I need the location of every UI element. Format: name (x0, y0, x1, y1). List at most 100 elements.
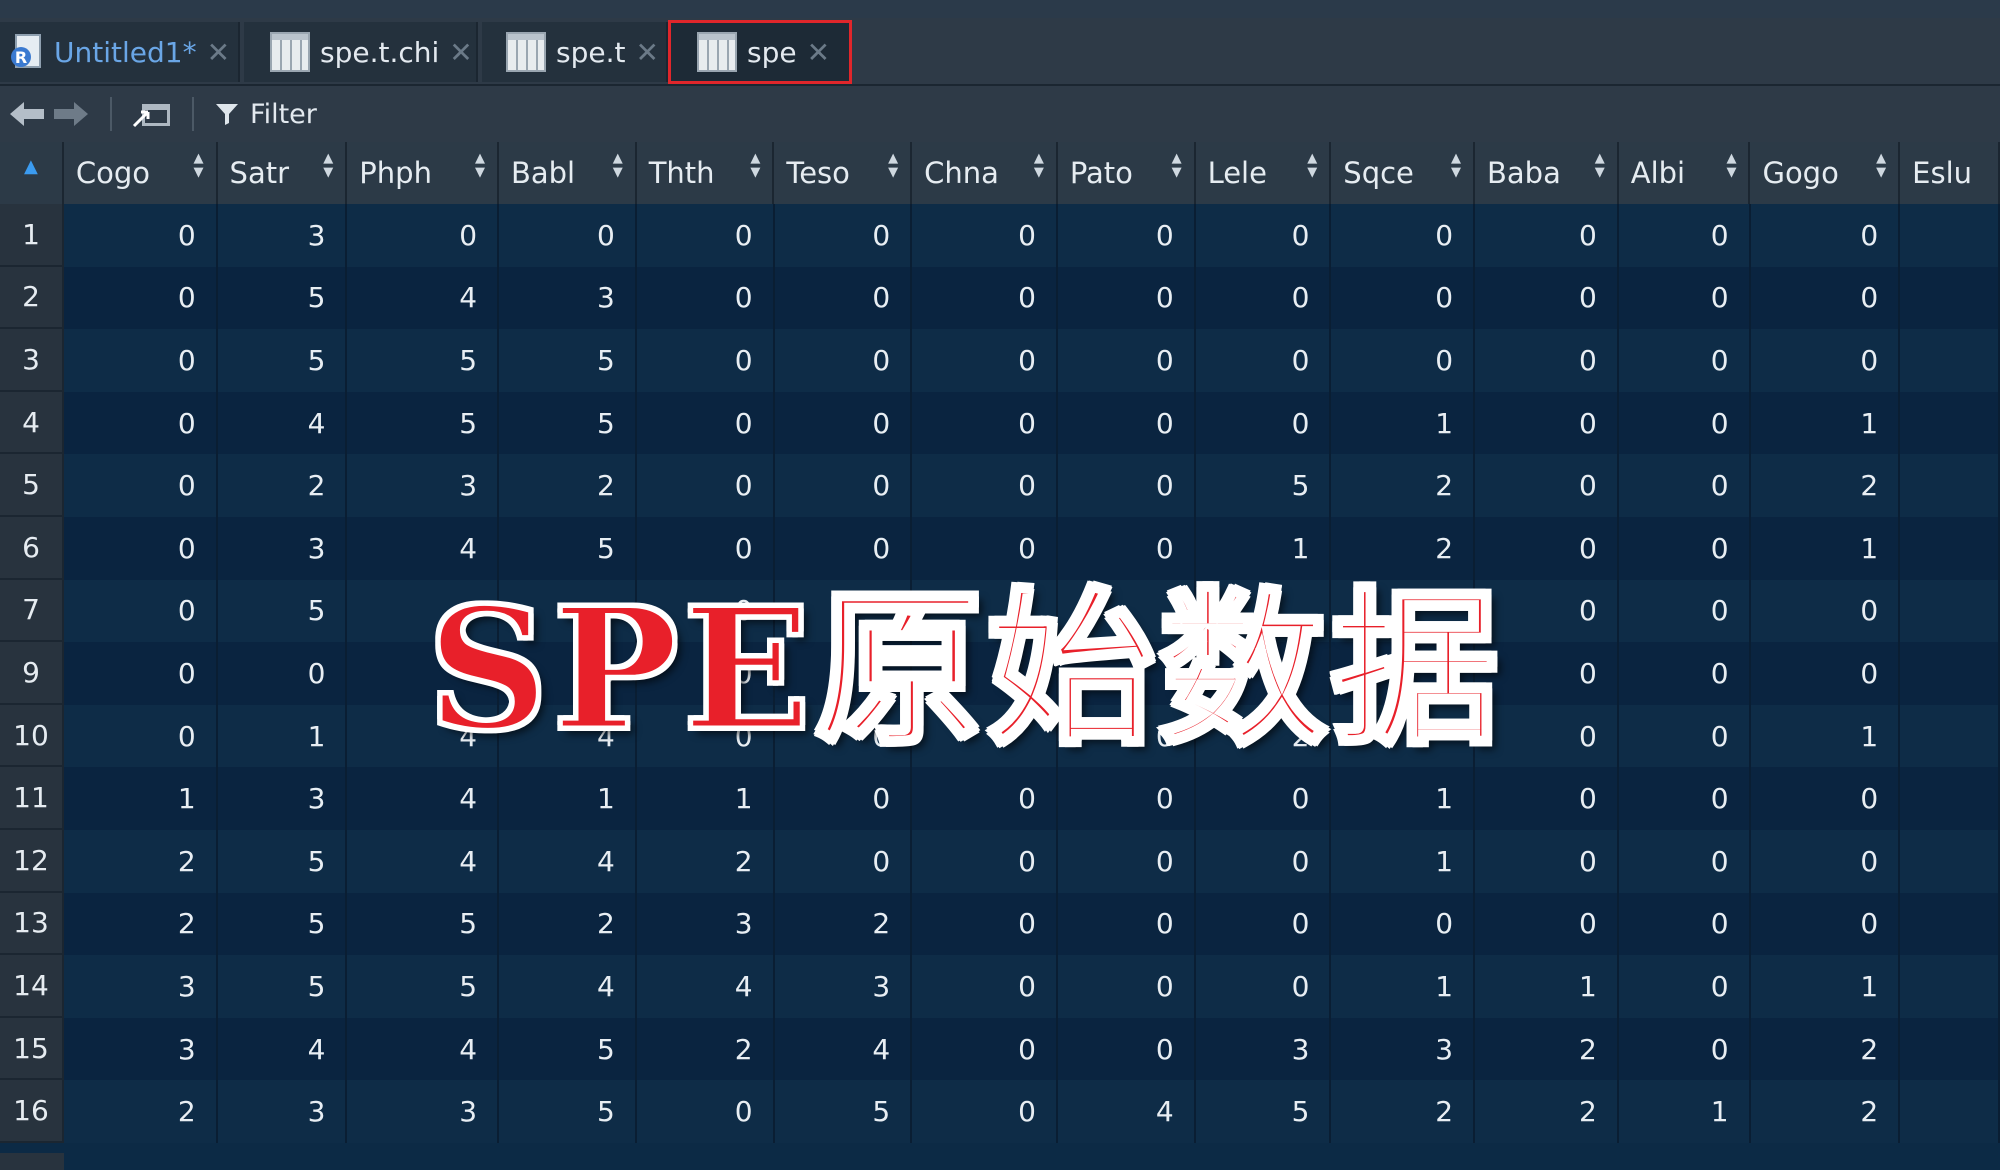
table-cell[interactable]: 5 (499, 1080, 637, 1143)
sort-arrows-icon[interactable]: ▲ ▼ (1307, 152, 1317, 180)
table-cell[interactable]: 2 (1331, 1080, 1476, 1143)
table-cell[interactable]: 0 (912, 204, 1058, 267)
forward-arrow-icon[interactable] (52, 99, 90, 129)
table-cell[interactable]: 0 (1057, 454, 1196, 517)
table-cell[interactable]: 5 (1195, 1080, 1332, 1143)
table-cell[interactable]: 0 (1195, 767, 1332, 830)
sort-arrows-icon[interactable]: ▲ ▼ (613, 152, 623, 180)
column-header-pato[interactable]: Pato ▲ ▼ (1058, 142, 1196, 204)
table-cell[interactable]: 0 (1618, 1017, 1751, 1081)
table-cell[interactable]: 5 (1195, 454, 1332, 517)
table-cell[interactable]: 2 (64, 1080, 218, 1143)
close-icon[interactable]: ✕ (207, 36, 230, 69)
table-cell[interactable]: 0 (1475, 767, 1619, 830)
tab-untitled1[interactable]: R Untitled1* ✕ (0, 22, 240, 82)
table-cell[interactable] (1900, 829, 2000, 893)
sort-arrows-icon[interactable]: ▲ ▼ (1172, 152, 1182, 180)
table-cell[interactable] (1900, 579, 2000, 643)
table-cell[interactable]: 0 (1057, 204, 1196, 267)
table-cell[interactable]: 0 (64, 329, 218, 392)
table-cell[interactable]: 3 (64, 1017, 218, 1081)
table-cell[interactable]: 0 (1475, 266, 1619, 330)
table-cell[interactable]: 5 (347, 391, 500, 455)
column-header-phph[interactable]: Phph ▲ ▼ (347, 142, 499, 204)
table-cell[interactable]: 0 (1750, 642, 1901, 705)
table-cell[interactable]: 0 (217, 642, 348, 705)
table-cell[interactable]: 0 (64, 579, 218, 643)
table-cell[interactable]: 3 (217, 204, 348, 267)
table-cell[interactable]: 4 (217, 1017, 348, 1081)
table-cell[interactable]: 2 (499, 892, 637, 956)
table-cell[interactable]: 0 (912, 829, 1058, 893)
table-cell[interactable]: 3 (217, 1080, 348, 1143)
table-cell[interactable]: 0 (1057, 829, 1196, 893)
table-cell[interactable]: 0 (1057, 266, 1196, 330)
table-cell[interactable]: 0 (1475, 329, 1619, 392)
column-header-eslu[interactable]: Eslu (1900, 142, 2000, 204)
table-cell[interactable]: 0 (912, 1080, 1058, 1143)
sort-arrows-icon[interactable]: ▲ ▼ (750, 152, 760, 180)
table-cell[interactable]: 0 (636, 329, 775, 392)
table-cell[interactable]: 0 (64, 516, 218, 580)
table-cell[interactable]: 3 (499, 266, 637, 330)
table-cell[interactable]: 0 (1618, 391, 1751, 455)
table-cell[interactable]: 5 (499, 391, 637, 455)
column-header-chna[interactable]: Chna ▲ ▼ (912, 142, 1058, 204)
table-cell[interactable]: 0 (774, 391, 913, 455)
table-cell[interactable]: 1 (1618, 1080, 1751, 1143)
back-arrow-icon[interactable] (8, 99, 46, 129)
table-cell[interactable]: 5 (217, 329, 348, 392)
table-cell[interactable] (1900, 892, 2000, 956)
table-cell[interactable]: 1 (1331, 391, 1476, 455)
table-cell[interactable]: 0 (1195, 892, 1332, 956)
table-cell[interactable]: 0 (1195, 329, 1332, 392)
table-cell[interactable]: 0 (64, 204, 218, 267)
sort-arrows-icon[interactable]: ▲ ▼ (1451, 152, 1461, 180)
table-cell[interactable] (1900, 391, 2000, 455)
tab-spe-t-chi[interactable]: spe.t.chi ✕ (244, 22, 478, 82)
table-cell[interactable]: 0 (1331, 892, 1476, 956)
column-header-albi[interactable]: Albi ▲ ▼ (1619, 142, 1751, 204)
table-cell[interactable]: 1 (217, 704, 348, 768)
table-cell[interactable]: 2 (774, 892, 913, 956)
table-cell[interactable]: 0 (1750, 204, 1901, 267)
table-cell[interactable]: 4 (499, 955, 637, 1018)
table-cell[interactable]: 3 (347, 454, 500, 517)
table-cell[interactable]: 0 (1195, 204, 1332, 267)
table-cell[interactable]: 0 (912, 454, 1058, 517)
table-cell[interactable]: 0 (1750, 767, 1901, 830)
table-cell[interactable]: 5 (347, 329, 500, 392)
table-cell[interactable] (1900, 266, 2000, 330)
table-cell[interactable]: 0 (1618, 642, 1751, 705)
table-cell[interactable]: 0 (1195, 391, 1332, 455)
table-cell[interactable]: 3 (1195, 1017, 1332, 1081)
table-cell[interactable]: 0 (1057, 1017, 1196, 1081)
table-cell[interactable]: 0 (1475, 892, 1619, 956)
table-cell[interactable]: 0 (636, 454, 775, 517)
table-cell[interactable]: 0 (1331, 329, 1476, 392)
table-cell[interactable]: 2 (636, 829, 775, 893)
table-cell[interactable]: 0 (1618, 266, 1751, 330)
table-cell[interactable]: 0 (912, 391, 1058, 455)
table-cell[interactable]: 0 (64, 391, 218, 455)
table-cell[interactable]: 0 (774, 454, 913, 517)
table-cell[interactable]: 5 (217, 266, 348, 330)
table-cell[interactable]: 0 (912, 266, 1058, 330)
table-cell[interactable]: 0 (1057, 955, 1196, 1018)
sort-arrows-icon[interactable]: ▲ ▼ (194, 152, 204, 180)
table-cell[interactable]: 0 (1331, 266, 1476, 330)
table-cell[interactable]: 2 (1475, 1080, 1619, 1143)
table-cell[interactable]: 5 (774, 1080, 913, 1143)
table-cell[interactable]: 5 (217, 955, 348, 1018)
table-cell[interactable]: 0 (64, 454, 218, 517)
table-cell[interactable]: 5 (217, 892, 348, 956)
table-cell[interactable]: 0 (636, 266, 775, 330)
table-cell[interactable]: 0 (1750, 579, 1901, 643)
table-cell[interactable]: 5 (347, 955, 500, 1018)
table-cell[interactable]: 0 (1057, 767, 1196, 830)
table-cell[interactable]: 0 (1331, 204, 1476, 267)
table-cell[interactable]: 0 (912, 1017, 1058, 1081)
table-cell[interactable]: 0 (1195, 829, 1332, 893)
table-cell[interactable]: 0 (1750, 266, 1901, 330)
table-cell[interactable]: 5 (499, 329, 637, 392)
